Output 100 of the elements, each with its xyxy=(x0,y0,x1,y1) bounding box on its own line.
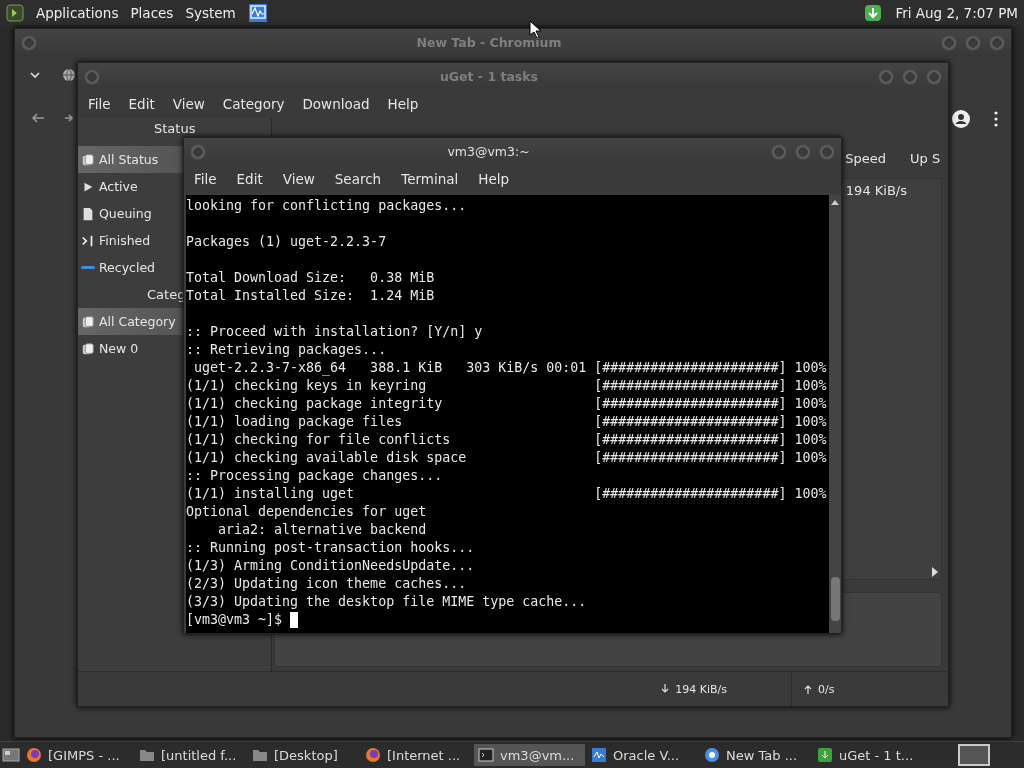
up-arrow-icon xyxy=(804,684,812,694)
output-line: (1/1) checking keys in keyring xyxy=(186,377,428,395)
taskbar-item[interactable]: [Internet ... xyxy=(361,744,472,766)
menu-item[interactable]: Edit xyxy=(128,96,155,112)
window-button[interactable] xyxy=(771,143,787,160)
column-header[interactable]: Up S xyxy=(906,151,942,166)
menu-icon[interactable] xyxy=(994,111,998,127)
menu-item[interactable]: Search xyxy=(334,171,382,187)
mouse-pointer-icon xyxy=(529,20,541,38)
output-line: :: Running post-transaction hooks... xyxy=(186,539,475,557)
menu-item[interactable]: Download xyxy=(302,96,370,112)
workspace-switcher[interactable] xyxy=(958,744,990,766)
progress-bar-text: [######################] 100% xyxy=(594,449,827,467)
menu-item[interactable]: View xyxy=(172,96,205,112)
bar-icon xyxy=(81,266,95,269)
taskbar-item[interactable]: New Tab ... xyxy=(700,744,811,766)
scroll-up-icon[interactable] xyxy=(831,199,839,205)
window-button[interactable] xyxy=(926,68,942,85)
output-line: :: Retrieving packages... xyxy=(186,341,387,359)
sidebar-item[interactable]: Queuing xyxy=(78,200,183,227)
output-line: (1/1) loading package files xyxy=(186,413,404,431)
output-line: (1/1) checking available disk space xyxy=(186,449,468,467)
download-speed: 194 KiB/s xyxy=(675,682,727,696)
taskbar-item[interactable]: [Desktop] xyxy=(248,744,359,766)
upload-speed: 0/s xyxy=(818,682,836,696)
taskbar-item[interactable]: vm3@vm... xyxy=(474,744,585,766)
menu-item[interactable]: Help xyxy=(478,171,510,187)
taskbar-item[interactable]: [GIMPS - ... xyxy=(22,744,133,766)
output-line: looking for conflicting packages... xyxy=(186,197,467,215)
output-line: :: Processing package changes... xyxy=(186,467,443,485)
round-browser-icon xyxy=(704,747,720,763)
profile-icon[interactable] xyxy=(951,109,971,129)
output-line: Optional dependencies for uget xyxy=(186,503,427,521)
output-line: Total Download Size: 0.38 MiB xyxy=(186,269,435,287)
stack-icon xyxy=(81,341,95,356)
output-line: Total Installed Size: 1.24 MiB xyxy=(186,287,435,305)
chevron-down-icon[interactable] xyxy=(29,71,41,79)
menu-item[interactable]: Help xyxy=(387,96,419,112)
sidebar-item[interactable]: Recycled xyxy=(78,254,183,281)
folder-icon xyxy=(252,747,268,763)
output-line: uget-2.2.3-7-x86_64 388.1 KiB 303 KiB/s 00:01 xyxy=(193,359,588,377)
clock[interactable]: Fri Aug 2, 7:07 PM xyxy=(895,4,1018,21)
output-line: (1/1) checking for file conflicts xyxy=(186,431,452,449)
window-button[interactable] xyxy=(902,68,918,85)
window-button[interactable] xyxy=(989,34,1005,51)
taskbar-item[interactable]: uGet - 1 t... xyxy=(813,744,924,766)
speed-cell: 194 KiB/s xyxy=(845,183,907,198)
window-title: uGet - 1 tasks xyxy=(438,69,540,84)
menu-item[interactable]: File xyxy=(194,171,217,187)
menu-item[interactable]: View xyxy=(282,171,315,187)
sidebar-item[interactable]: Active xyxy=(78,173,183,200)
window-button[interactable] xyxy=(941,34,957,51)
taskbar-item[interactable]: [untitled f... xyxy=(135,744,246,766)
terminal-icon xyxy=(478,747,494,763)
sidebar-item[interactable]: All Status xyxy=(78,146,183,173)
show-desktop-icon[interactable] xyxy=(2,746,20,764)
column-header[interactable]: Speed xyxy=(841,151,890,166)
terminal-logo-icon[interactable] xyxy=(6,3,24,22)
taskbar-item[interactable]: Oracle V... xyxy=(587,744,698,766)
skip-end-icon xyxy=(81,233,95,248)
back-arrow-icon[interactable] xyxy=(31,111,45,125)
menu-item[interactable]: Category xyxy=(222,96,285,112)
progress-bar-text: [######################] 100% xyxy=(594,485,827,503)
output-line: (1/1) checking package integrity xyxy=(186,395,444,413)
sidebar-item[interactable]: Finished xyxy=(78,227,183,254)
window-title: New Tab - Chromium xyxy=(415,35,563,50)
window-button[interactable] xyxy=(878,68,894,85)
monitor-wave-icon[interactable] xyxy=(247,2,268,23)
sidebar-item[interactable]: New 0 xyxy=(78,335,183,362)
fox-globe-icon xyxy=(26,747,42,763)
output-line: (1/1) installing uget xyxy=(186,485,356,503)
scrollbar[interactable] xyxy=(829,195,841,633)
window-button[interactable] xyxy=(795,143,811,160)
fox-globe-icon xyxy=(365,747,381,763)
stack-icon xyxy=(81,152,95,167)
window-button[interactable] xyxy=(190,143,206,160)
menu-item[interactable]: Edit xyxy=(236,171,263,187)
output-line: :: Proceed with installation? [Y/n] y xyxy=(186,323,483,341)
window-button[interactable] xyxy=(819,143,835,160)
panel-menu[interactable]: Places xyxy=(130,4,174,21)
column-header[interactable]: Status xyxy=(154,118,196,140)
output-line: Packages (1) uget-2.2.3-7 xyxy=(186,233,387,251)
panel-menu[interactable]: System xyxy=(185,4,236,21)
scroll-right-icon[interactable] xyxy=(932,567,938,577)
scrollbar-thumb[interactable] xyxy=(830,577,840,621)
window-button[interactable] xyxy=(965,34,981,51)
globe-icon xyxy=(62,68,76,82)
progress-bar-text: [######################] 100% xyxy=(594,377,827,395)
window-button[interactable] xyxy=(21,34,37,51)
output-line: aria2: alternative backend xyxy=(217,521,427,539)
menu-item[interactable]: Terminal xyxy=(401,171,459,187)
progress-bar-text: [######################] 100% xyxy=(594,413,827,431)
panel-menu[interactable]: Applications xyxy=(36,4,119,21)
monitor-wave-icon xyxy=(591,747,607,763)
sidebar-item[interactable]: All Category xyxy=(78,308,183,335)
progress-bar-text: [######################] 100% xyxy=(594,431,827,449)
shell-prompt: [vm3@vm3 ~]$ xyxy=(186,611,283,629)
window-button[interactable] xyxy=(84,68,100,85)
menu-item[interactable]: File xyxy=(88,96,111,112)
output-line: (3/3) Updating the desktop file MIME type cache... xyxy=(186,593,587,611)
